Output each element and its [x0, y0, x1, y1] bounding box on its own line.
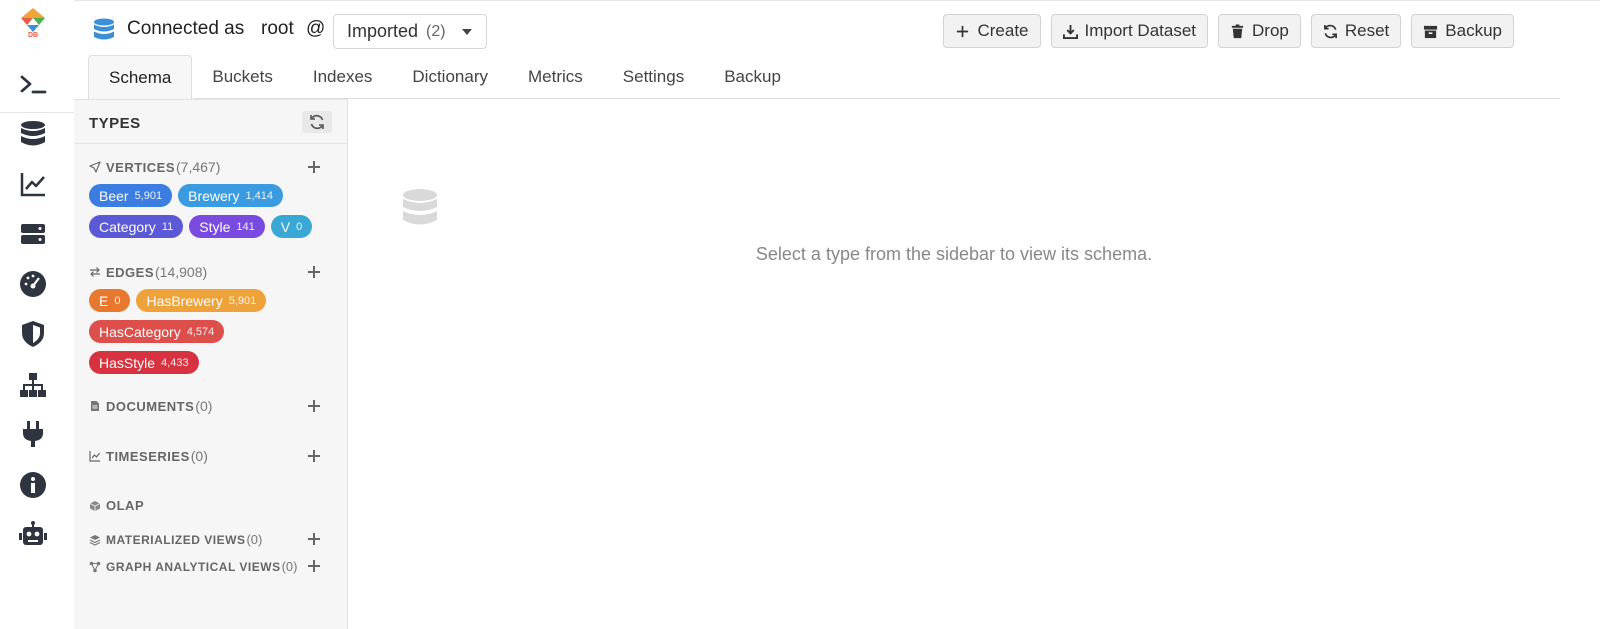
graph-analytical-views-count: (0) [281, 559, 298, 574]
drop-button-label: Drop [1252, 21, 1289, 40]
tab-bar: Schema Buckets Indexes Dictionary Metric… [88, 55, 801, 99]
database-icon [92, 17, 116, 43]
paper-plane-icon [89, 161, 101, 173]
reset-button[interactable]: Reset [1310, 14, 1402, 48]
tab-metrics[interactable]: Metrics [508, 55, 603, 99]
backup-button-label: Backup [1445, 21, 1502, 40]
olap-label: OLAP [106, 498, 145, 513]
import-dataset-button[interactable]: Import Dataset [1050, 14, 1209, 48]
database-count: (2) [426, 22, 446, 40]
shield-icon[interactable] [17, 318, 49, 350]
network-icon[interactable] [17, 369, 49, 401]
create-button-label: Create [977, 21, 1029, 40]
edge-type-list: E0 HasBrewery 5,901 HasCategory 4,574 HasS… [89, 289, 339, 374]
olap-section-header[interactable]: OLAP [89, 498, 144, 513]
tab-settings[interactable]: Settings [603, 55, 704, 99]
backup-button[interactable]: Backup [1411, 14, 1514, 48]
database-icon[interactable] [17, 118, 49, 150]
create-button[interactable]: Create [943, 14, 1041, 48]
tab-indexes[interactable]: Indexes [293, 55, 393, 99]
timeseries-label: TIMESERIES [106, 448, 190, 464]
sidebar-title: TYPES [89, 115, 141, 132]
caret-down-icon [462, 29, 472, 35]
dashboard-icon[interactable] [17, 268, 49, 300]
left-rail: DB [0, 0, 74, 629]
tab-backup[interactable]: Backup [704, 55, 801, 99]
layers-icon [89, 534, 101, 546]
materialized-views-count: (0) [246, 532, 263, 547]
document-icon [91, 401, 99, 411]
vertices-section-header[interactable]: VERTICES (7,467) [89, 159, 220, 175]
edges-label: EDGES [106, 264, 155, 280]
add-document-type-button[interactable] [307, 399, 321, 413]
info-icon[interactable] [17, 469, 49, 501]
app-logo[interactable]: DB [18, 6, 48, 39]
graph-nodes-icon [89, 561, 101, 572]
timeseries-section-header[interactable]: TIMESERIES (0) [89, 448, 208, 464]
line-chart-icon [89, 451, 100, 462]
drop-button[interactable]: Drop [1218, 14, 1301, 48]
reset-button-label: Reset [1344, 21, 1390, 40]
tab-buckets[interactable]: Buckets [192, 55, 292, 99]
plus-icon [957, 25, 969, 37]
add-edge-type-button[interactable] [307, 265, 321, 279]
vertices-label: VERTICES [106, 159, 176, 175]
connected-label: Connected as [127, 18, 245, 39]
logo-text: DB [28, 32, 38, 38]
top-bar: Connected as root @ Imported (2) Create … [74, 0, 1600, 58]
vertex-type-pill[interactable]: Category 11 [89, 215, 184, 238]
database-placeholder-icon [402, 188, 438, 230]
materialized-views-label: MATERIALIZED VIEWS [106, 532, 246, 547]
vertices-count: (7,467) [176, 159, 221, 175]
at-symbol: @ [306, 18, 326, 39]
vertex-type-list: Beer 5,901 Brewery 1,414 Category 11 Style 1… [89, 184, 339, 238]
vertex-type-pill[interactable]: Beer 5,901 [89, 184, 173, 207]
graph-analytical-views-label: GRAPH ANALYTICAL VIEWS [106, 559, 281, 574]
edge-type-pill[interactable]: HasBrewery 5,901 [136, 289, 267, 312]
add-graph-analytical-view-button[interactable] [307, 559, 321, 573]
chart-icon[interactable] [17, 168, 49, 200]
materialized-views-section-header[interactable]: MATERIALIZED VIEWS (0) [89, 532, 262, 547]
edges-section-header[interactable]: EDGES (14,908) [89, 264, 207, 280]
edge-type-pill[interactable]: E0 [89, 289, 131, 312]
add-materialized-view-button[interactable] [307, 532, 321, 546]
tab-dictionary[interactable]: Dictionary [392, 55, 508, 99]
tab-schema[interactable]: Schema [88, 55, 193, 99]
server-icon[interactable] [17, 218, 49, 250]
edge-type-pill[interactable]: HasStyle 4,433 [89, 351, 199, 374]
robot-icon[interactable] [17, 519, 49, 551]
empty-state-message: Select a type from the sidebar to view i… [755, 244, 1153, 264]
timeseries-count: (0) [190, 448, 208, 464]
terminal-icon[interactable] [17, 68, 49, 100]
database-name: Imported [347, 21, 419, 41]
download-icon [1062, 24, 1078, 39]
vertex-type-pill[interactable]: V0 [270, 215, 313, 238]
refresh-icon [1323, 24, 1337, 38]
connected-user: root [261, 18, 294, 39]
plug-icon[interactable] [17, 418, 49, 450]
edges-count: (14,908) [155, 264, 208, 280]
import-dataset-button-label: Import Dataset [1084, 21, 1197, 40]
trash-icon [1231, 23, 1244, 38]
sidebar-divider [74, 143, 347, 144]
add-timeseries-type-button[interactable] [307, 449, 321, 463]
tabs-divider [194, 98, 1560, 99]
documents-count: (0) [195, 398, 213, 414]
exchange-icon [90, 267, 100, 277]
archive-icon [1424, 25, 1438, 38]
vertex-type-pill[interactable]: Brewery 1,414 [178, 184, 283, 207]
cube-icon [89, 500, 101, 511]
graph-analytical-views-section-header[interactable]: GRAPH ANALYTICAL VIEWS (0) [89, 559, 297, 574]
add-vertex-type-button[interactable] [307, 160, 321, 174]
database-select[interactable]: Imported (2) [333, 14, 487, 49]
documents-label: DOCUMENTS [106, 398, 195, 414]
database-actions: Create Import Dataset Drop Reset Backup [943, 14, 1514, 48]
vertex-type-pill[interactable]: Style 141 [189, 215, 265, 238]
edge-type-pill[interactable]: HasCategory 4,574 [89, 320, 225, 343]
refresh-icon [310, 114, 324, 130]
refresh-types-button[interactable] [302, 111, 332, 133]
types-sidebar: TYPES VERTICES (7,467) Beer 5,901 Brewery… [74, 99, 348, 629]
documents-section-header[interactable]: DOCUMENTS (0) [89, 398, 212, 414]
